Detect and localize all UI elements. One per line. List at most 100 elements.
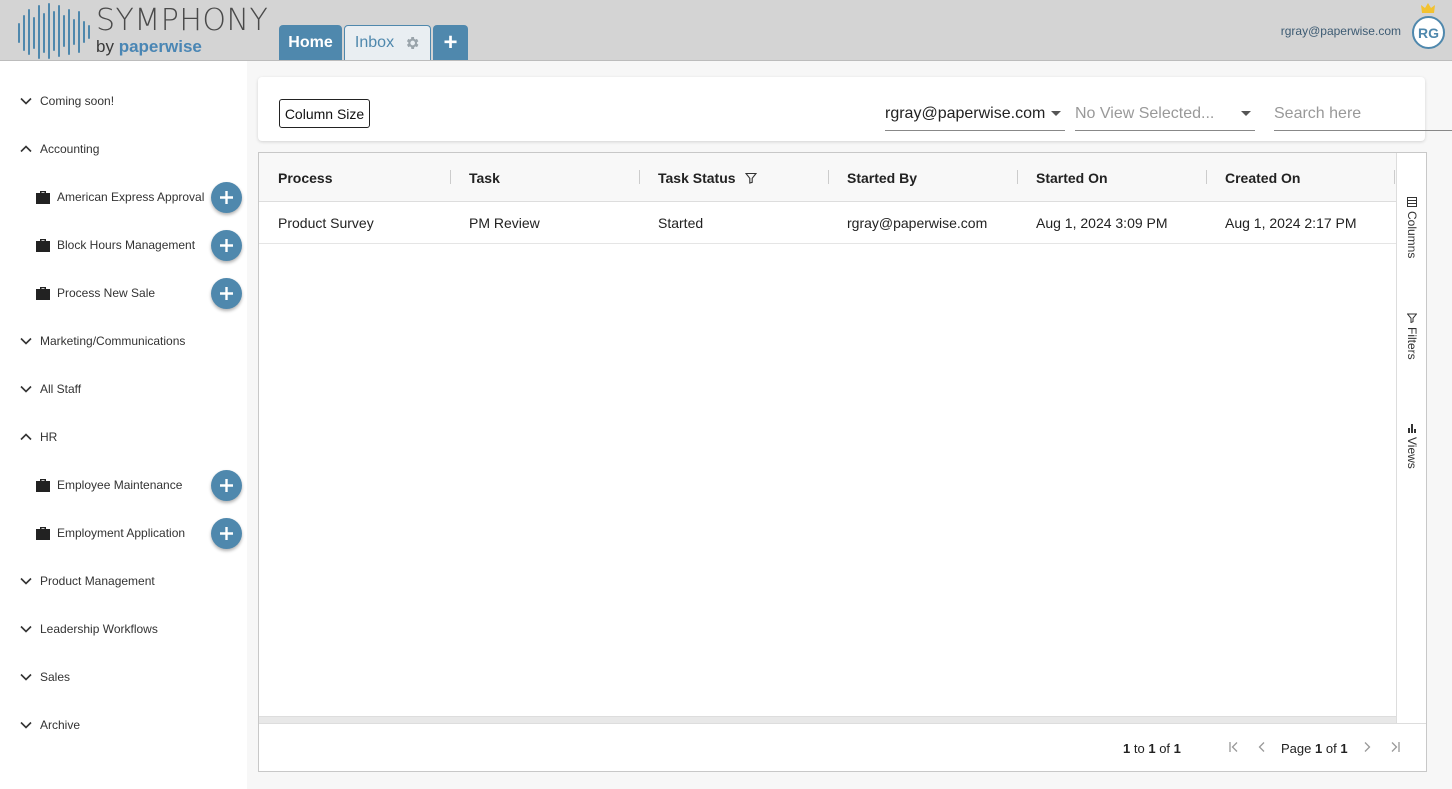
page-word: Page	[1281, 741, 1312, 756]
sidebar-category-archive[interactable]: Archive	[20, 715, 80, 735]
column-resize-handle[interactable]	[1017, 170, 1018, 184]
sidebar-item-employee-maintenance[interactable]: Employee Maintenance	[35, 475, 182, 495]
column-resize-handle[interactable]	[639, 170, 640, 184]
column-header-started-by[interactable]: Started By	[847, 153, 917, 202]
sound-wave-icon	[18, 3, 90, 59]
column-size-button[interactable]: Column Size	[279, 99, 370, 128]
tab-home-label: Home	[288, 33, 333, 51]
chevron-down-icon	[20, 673, 32, 681]
user-filter-select[interactable]: rgray@paperwise.com	[885, 97, 1065, 131]
view-select[interactable]: No View Selected...	[1075, 97, 1255, 131]
caret-down-icon	[1241, 111, 1251, 116]
logo-brand: paperwise	[118, 37, 202, 56]
tab-inbox[interactable]: Inbox	[344, 25, 431, 60]
sidebar-category-label: Archive	[40, 718, 81, 732]
next-page-icon[interactable]	[1361, 741, 1373, 753]
cell-task-status: Started	[658, 215, 704, 231]
sidebar-category-leadership-workflows[interactable]: Leadership Workflows	[20, 619, 158, 639]
sidebar-item-label: Employee Maintenance	[57, 478, 183, 492]
side-tab-columns[interactable]: Columns	[1402, 197, 1422, 258]
chevron-down-icon	[20, 385, 32, 393]
plus-icon	[220, 239, 233, 252]
briefcase-icon	[36, 239, 50, 252]
gear-icon[interactable]	[404, 35, 420, 51]
columns-icon	[1407, 197, 1417, 207]
grid-toolbar: Column Size rgray@paperwise.com No View …	[258, 77, 1452, 141]
caret-down-icon	[1051, 111, 1061, 116]
sidebar-category-sales[interactable]: Sales	[20, 667, 70, 687]
sidebar-category-label: Accounting	[40, 142, 100, 156]
start-block-hours-management-button[interactable]	[211, 230, 242, 261]
sidebar-item-block-hours-management[interactable]: Block Hours Management	[35, 235, 195, 255]
table-row[interactable]: Product Survey PM Review Started rgray@p…	[259, 202, 1396, 244]
avatar[interactable]: RG	[1412, 16, 1445, 49]
crown-icon	[1421, 3, 1435, 13]
column-header-task[interactable]: Task	[469, 153, 500, 202]
user-email[interactable]: rgray@paperwise.com	[1281, 24, 1401, 38]
start-employment-application-button[interactable]	[211, 518, 242, 549]
sidebar-category-all-staff[interactable]: All Staff	[20, 379, 81, 399]
last-page-icon[interactable]	[1389, 741, 1401, 753]
avatar-initials: RG	[1418, 24, 1439, 41]
briefcase-icon	[36, 527, 50, 540]
logo-by-text: by	[96, 37, 114, 56]
sidebar-item-american-express-approval[interactable]: American Express Approval	[35, 187, 204, 207]
side-tab-label: Columns	[1405, 211, 1419, 259]
column-resize-handle[interactable]	[1206, 170, 1207, 184]
sidebar-item-label: Block Hours Management	[57, 238, 196, 252]
sidebar-category-coming-soon[interactable]: Coming soon!	[20, 91, 114, 111]
side-tab-filters[interactable]: Filters	[1402, 313, 1422, 360]
start-process-new-sale-button[interactable]	[211, 278, 242, 309]
side-tab-views[interactable]: Views	[1402, 423, 1422, 469]
sidebar-item-label: American Express Approval	[57, 190, 205, 204]
column-resize-handle[interactable]	[1394, 170, 1395, 184]
sidebar-category-label: Leadership Workflows	[40, 622, 158, 636]
sidebar-item-process-new-sale[interactable]: Process New Sale	[35, 283, 155, 303]
search-placeholder: Search here	[1274, 104, 1362, 122]
start-employee-maintenance-button[interactable]	[211, 470, 242, 501]
logo-byline: by paperwise	[96, 37, 202, 57]
first-page-icon[interactable]	[1228, 741, 1240, 753]
row-total: 1	[1173, 741, 1181, 756]
grid-header: Process Task Task Status Started By Star…	[259, 153, 1396, 202]
page-of-word: of	[1325, 741, 1337, 756]
column-header-task-status[interactable]: Task Status	[658, 153, 757, 202]
tab-inbox-label: Inbox	[354, 34, 395, 51]
column-header-process[interactable]: Process	[278, 153, 332, 202]
previous-page-icon[interactable]	[1256, 741, 1268, 753]
symphony-logo[interactable]: SYMPHONY by paperwise	[16, 2, 276, 60]
row-of-word: of	[1159, 741, 1171, 756]
cell-created-on: Aug 1, 2024 2:17 PM	[1225, 215, 1357, 231]
chevron-down-icon	[20, 625, 32, 633]
page-indicator: Page 1 of 1	[1281, 741, 1348, 756]
plus-icon: +	[443, 28, 458, 56]
tab-home[interactable]: Home	[279, 25, 342, 60]
chevron-up-icon	[20, 145, 32, 153]
add-tab-button[interactable]: +	[433, 25, 468, 60]
start-american-express-approval-button[interactable]	[211, 182, 242, 213]
sidebar-category-label: All Staff	[40, 382, 82, 396]
sidebar-category-marketing[interactable]: Marketing/Communications	[20, 331, 185, 351]
column-header-created-on[interactable]: Created On	[1225, 153, 1300, 202]
horizontal-scrollbar[interactable]	[259, 716, 1396, 723]
briefcase-icon	[36, 479, 50, 492]
column-resize-handle[interactable]	[450, 170, 451, 184]
chevron-down-icon	[20, 577, 32, 585]
sidebar-item-employment-application[interactable]: Employment Application	[35, 523, 185, 543]
plus-icon	[220, 191, 233, 204]
search-input[interactable]: Search here	[1274, 97, 1452, 131]
side-tab-label: Filters	[1405, 327, 1419, 360]
row-from: 1	[1123, 741, 1131, 756]
sidebar-category-label: HR	[40, 430, 58, 444]
sidebar-category-label: Marketing/Communications	[40, 334, 186, 348]
plus-icon	[220, 287, 233, 300]
filter-icon[interactable]	[744, 172, 757, 184]
column-resize-handle[interactable]	[828, 170, 829, 184]
sidebar-category-label: Product Management	[40, 574, 155, 588]
bar-chart-icon	[1408, 424, 1416, 433]
cell-started-on: Aug 1, 2024 3:09 PM	[1036, 215, 1168, 231]
sidebar-category-hr[interactable]: HR	[20, 427, 57, 447]
sidebar-category-product-management[interactable]: Product Management	[20, 571, 155, 591]
column-header-started-on[interactable]: Started On	[1036, 153, 1108, 202]
sidebar-category-accounting[interactable]: Accounting	[20, 139, 99, 159]
